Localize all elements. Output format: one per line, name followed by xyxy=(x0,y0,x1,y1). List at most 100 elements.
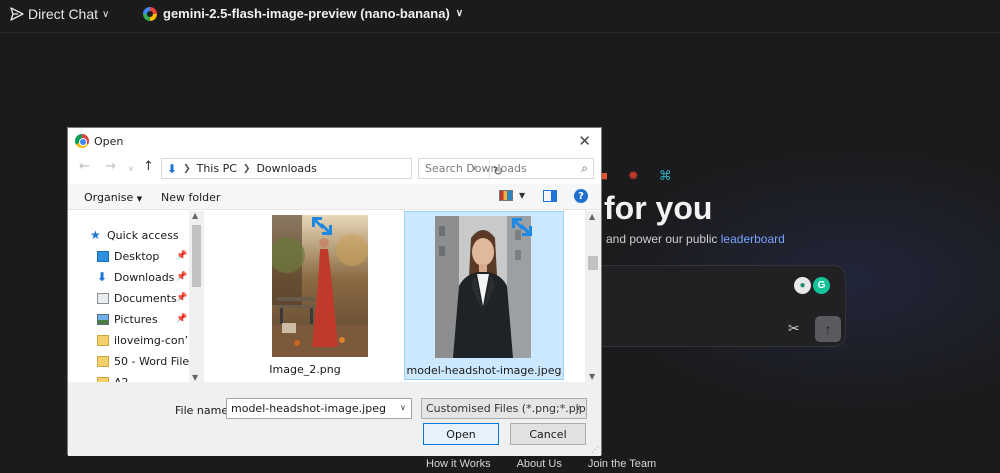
top-bar: Direct Chat ∨ gemini-2.5-flash-image-pre… xyxy=(0,0,1000,30)
pictures-icon xyxy=(97,314,109,325)
file-item-model-headshot[interactable]: model-headshot-image.jpeg xyxy=(404,211,564,380)
divider xyxy=(0,32,1000,33)
organise-label: Organise xyxy=(84,191,134,204)
dialog-title: Open xyxy=(94,134,124,148)
provider-logo-icon: ⌘ xyxy=(658,168,672,183)
file-name-input[interactable]: model-headshot-image.jpeg xyxy=(226,398,412,419)
extension-icons: ● G xyxy=(794,277,830,294)
preview-pane-icon[interactable] xyxy=(543,190,557,202)
documents-icon xyxy=(97,293,109,304)
forward-arrow-icon[interactable]: → xyxy=(105,159,116,174)
up-arrow-icon[interactable]: ↑ xyxy=(143,159,154,174)
breadcrumb-this-pc[interactable]: This PC xyxy=(197,162,237,175)
chevron-down-icon[interactable]: ▼ xyxy=(519,191,525,200)
folder-icon xyxy=(97,335,109,346)
chevron-down-icon: ∨ xyxy=(455,8,464,19)
mode-label: Direct Chat xyxy=(28,6,99,22)
chrome-icon xyxy=(75,134,89,148)
breadcrumb-downloads[interactable]: Downloads xyxy=(256,162,316,175)
back-arrow-icon[interactable]: ← xyxy=(79,159,90,174)
navigation-row: ← → ∨ ↑ ⬇ ❯ This PC ❯ Downloads ∨ ↻ Sear… xyxy=(68,156,601,182)
navigation-scrollbar[interactable]: ▲ ▼ xyxy=(189,211,204,382)
star-icon: ★ xyxy=(90,228,101,242)
nav-item-quick-access[interactable]: ★ Quick access xyxy=(90,229,179,242)
footer: How it Works About Us Join the Team xyxy=(426,458,656,470)
nav-item-word-files[interactable]: 50 - Word Files xyxy=(97,355,195,368)
organise-menu[interactable]: Organise ▼ xyxy=(84,191,142,204)
cloud-sync-icon xyxy=(312,217,332,235)
file-type-select[interactable]: Customised Files (*.png;*.pjp;*.j xyxy=(421,398,587,419)
breadcrumb-separator-icon: ❯ xyxy=(183,163,191,174)
scrollbar-thumb[interactable] xyxy=(588,256,598,270)
download-icon: ⬇ xyxy=(167,161,178,176)
desktop-icon xyxy=(97,251,109,262)
file-name-label: File name: xyxy=(175,404,232,417)
pin-icon[interactable]: 📌 xyxy=(176,293,187,303)
chevron-down-icon[interactable]: ∨ xyxy=(400,403,406,412)
scroll-up-icon[interactable]: ▲ xyxy=(589,212,595,221)
breadcrumb-separator-icon: ❯ xyxy=(242,163,251,174)
search-icon: ⌕ xyxy=(581,161,588,175)
scroll-down-icon[interactable]: ▼ xyxy=(192,373,198,382)
download-icon: ⬇ xyxy=(97,270,108,284)
nav-item-label: Pictures xyxy=(114,313,158,326)
model-selector[interactable]: gemini-2.5-flash-image-preview (nano-ban… xyxy=(143,6,463,21)
help-icon[interactable]: ? xyxy=(574,189,588,203)
new-folder-button[interactable]: New folder xyxy=(161,191,220,204)
footer-link-about-us[interactable]: About Us xyxy=(517,458,562,470)
hero-subtitle-text: and power our public xyxy=(606,232,718,246)
send-button[interactable]: ↑ xyxy=(815,316,841,342)
change-view-icon[interactable] xyxy=(499,190,513,201)
file-name: model-headshot-image.jpeg xyxy=(406,364,562,377)
file-item-image-2[interactable]: Image_2.png xyxy=(225,211,385,380)
footer-link-join-the-team[interactable]: Join the Team xyxy=(588,458,656,470)
dialog-title-bar[interactable]: Open ✕ xyxy=(68,128,601,154)
leaderboard-link[interactable]: leaderboard xyxy=(721,232,785,246)
file-list: Image_2.png model-headshot-image.jpeg ▲ … xyxy=(205,211,602,382)
google-logo-icon xyxy=(143,6,157,21)
nav-item-iloveimg[interactable]: iloveimg-con’ xyxy=(97,334,188,347)
extension-icon[interactable]: ● xyxy=(794,277,811,294)
search-input[interactable]: Search Downloads ⌕ xyxy=(418,158,594,179)
nav-item-label: Quick access xyxy=(107,229,179,242)
folder-icon xyxy=(97,356,109,367)
resize-grip-icon[interactable]: ⋰ xyxy=(591,445,599,454)
model-label: gemini-2.5-flash-image-preview (nano-ban… xyxy=(163,6,450,21)
recent-locations-icon[interactable]: ∨ xyxy=(128,164,134,173)
nav-item-pictures[interactable]: Pictures xyxy=(97,313,158,326)
chevron-down-icon: ▼ xyxy=(136,195,143,203)
close-icon[interactable]: ✕ xyxy=(578,132,591,150)
mode-selector[interactable]: Direct Chat ∨ xyxy=(10,6,109,22)
hero-title: for you xyxy=(604,190,713,226)
nav-item-downloads[interactable]: ⬇ Downloads xyxy=(97,271,174,284)
provider-logo-icon: ✹ xyxy=(627,168,639,183)
footer-link-how-it-works[interactable]: How it Works xyxy=(426,458,491,470)
open-button[interactable]: Open xyxy=(423,423,499,445)
provider-icons: ■ ✹ ⌘ xyxy=(600,168,672,184)
grammarly-icon[interactable]: G xyxy=(813,277,830,294)
open-file-dialog: Open ✕ ← → ∨ ↑ ⬇ ❯ This PC ❯ Downloads ∨… xyxy=(67,127,602,456)
attach-image-icon[interactable]: ✂ xyxy=(788,320,800,337)
search-placeholder: Search Downloads xyxy=(425,162,527,175)
dialog-footer: File name: model-headshot-image.jpeg ∨ C… xyxy=(68,382,601,456)
scrollbar-thumb[interactable] xyxy=(192,225,201,287)
nav-item-label: Downloads xyxy=(114,271,175,284)
chevron-down-icon[interactable]: ∨ xyxy=(575,403,581,412)
navigation-pane: ★ Quick access Desktop 📌 ⬇ Downloads 📌 D… xyxy=(68,211,205,382)
nav-item-label: iloveimg-con’ xyxy=(114,334,189,347)
nav-item-desktop[interactable]: Desktop xyxy=(97,250,159,263)
address-bar[interactable]: ⬇ ❯ This PC ❯ Downloads ∨ ↻ xyxy=(161,158,503,180)
send-icon xyxy=(10,7,24,21)
pin-icon[interactable]: 📌 xyxy=(176,251,187,261)
nav-item-documents[interactable]: Documents xyxy=(97,292,177,305)
file-list-scrollbar[interactable]: ▲ ▼ xyxy=(585,211,601,382)
hero-subtitle: and power our public leaderboard xyxy=(606,232,785,246)
pin-icon[interactable]: 📌 xyxy=(176,314,187,324)
chevron-down-icon: ∨ xyxy=(102,8,110,20)
scroll-down-icon[interactable]: ▼ xyxy=(589,372,595,381)
nav-item-label: Documents xyxy=(114,292,177,305)
scroll-up-icon[interactable]: ▲ xyxy=(192,211,198,220)
cancel-button[interactable]: Cancel xyxy=(510,423,586,445)
pin-icon[interactable]: 📌 xyxy=(176,272,187,282)
file-name: Image_2.png xyxy=(269,363,341,376)
